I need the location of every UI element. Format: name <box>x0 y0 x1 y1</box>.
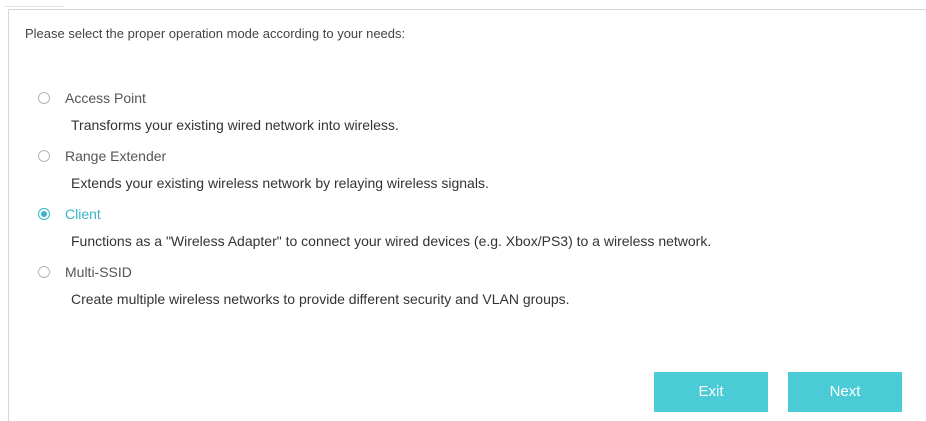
radio-client[interactable] <box>38 208 50 220</box>
mode-option-client[interactable]: Client Functions as a "Wireless Adapter"… <box>38 202 908 260</box>
mode-description-access-point: Transforms your existing wired network i… <box>71 117 399 133</box>
exit-button[interactable]: Exit <box>654 372 768 412</box>
mode-label-multi-ssid[interactable]: Multi-SSID <box>65 264 132 280</box>
mode-description-client: Functions as a "Wireless Adapter" to con… <box>71 233 712 249</box>
mode-header[interactable]: Client <box>38 202 908 226</box>
mode-option-range-extender[interactable]: Range Extender Extends your existing wir… <box>38 144 908 202</box>
mode-option-access-point[interactable]: Access Point Transforms your existing wi… <box>38 86 908 144</box>
mode-header[interactable]: Access Point <box>38 86 908 110</box>
mode-label-access-point[interactable]: Access Point <box>65 90 146 106</box>
mode-header[interactable]: Multi-SSID <box>38 260 908 284</box>
next-button[interactable]: Next <box>788 372 902 412</box>
mode-description-multi-ssid: Create multiple wireless networks to pro… <box>71 291 570 307</box>
mode-label-range-extender[interactable]: Range Extender <box>65 148 166 164</box>
mode-option-multi-ssid[interactable]: Multi-SSID Create multiple wireless netw… <box>38 260 908 318</box>
operation-mode-list: Access Point Transforms your existing wi… <box>38 86 908 318</box>
top-divider <box>4 0 64 7</box>
mode-description-range-extender: Extends your existing wireless network b… <box>71 175 489 191</box>
instruction-text: Please select the proper operation mode … <box>25 26 406 41</box>
radio-access-point[interactable] <box>38 92 50 104</box>
mode-label-client[interactable]: Client <box>65 206 101 222</box>
radio-multi-ssid[interactable] <box>38 266 50 278</box>
mode-header[interactable]: Range Extender <box>38 144 908 168</box>
radio-range-extender[interactable] <box>38 150 50 162</box>
